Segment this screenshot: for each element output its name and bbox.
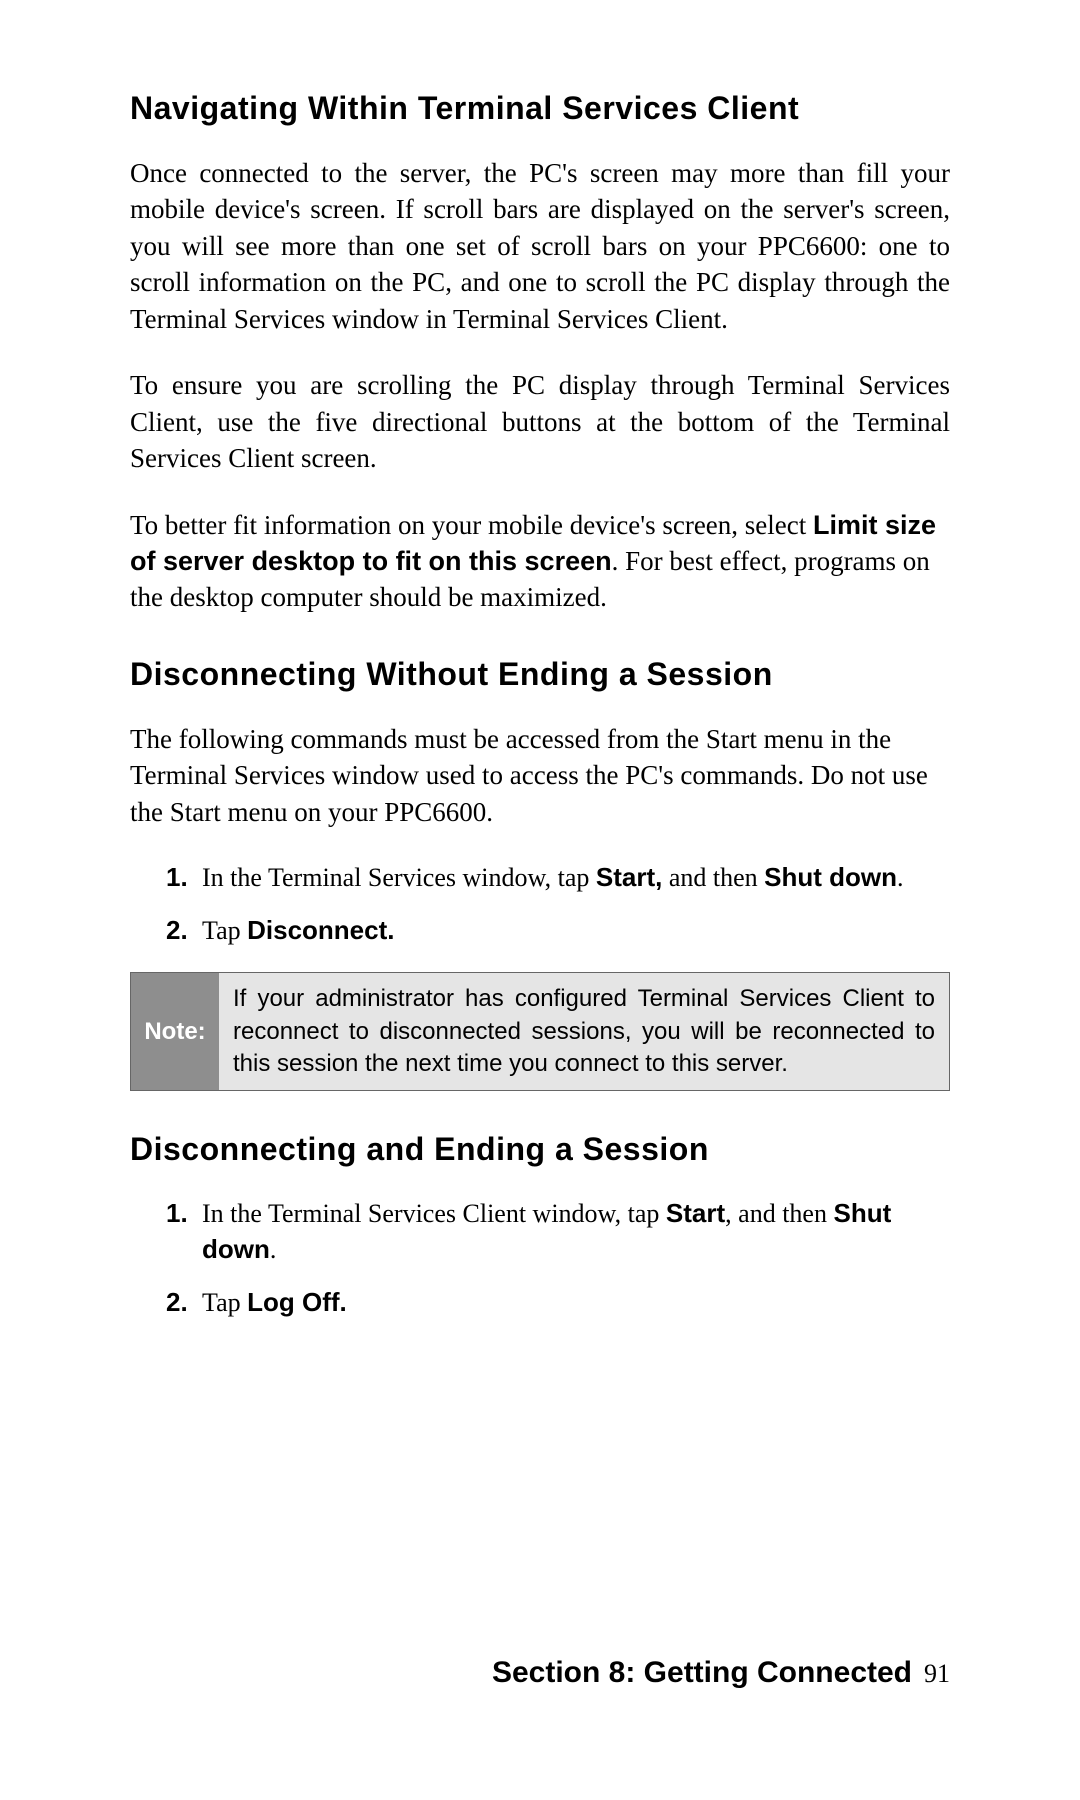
- bold-text: Shut down: [764, 862, 897, 892]
- bold-text: Start,: [596, 862, 662, 892]
- step-item: Tap Log Off.: [166, 1285, 950, 1320]
- step-item: In the Terminal Services Client window, …: [166, 1196, 950, 1266]
- paragraph: To better fit information on your mobile…: [130, 507, 950, 616]
- step-item: In the Terminal Services window, tap Sta…: [166, 860, 950, 895]
- text-run: , and then: [725, 1199, 833, 1228]
- heading-navigating: Navigating Within Terminal Services Clie…: [130, 90, 950, 127]
- steps-list: In the Terminal Services window, tap Sta…: [166, 860, 950, 948]
- text-run: In the Terminal Services Client window, …: [202, 1199, 666, 1228]
- text-run: .: [897, 863, 904, 892]
- note-content: If your administrator has configured Ter…: [219, 973, 949, 1090]
- bold-text: Disconnect.: [247, 915, 394, 945]
- step-item: Tap Disconnect.: [166, 913, 950, 948]
- steps-list: In the Terminal Services Client window, …: [166, 1196, 950, 1319]
- bold-text: Start: [666, 1198, 725, 1228]
- paragraph: Once connected to the server, the PC's s…: [130, 155, 950, 337]
- paragraph: To ensure you are scrolling the PC displ…: [130, 367, 950, 476]
- text-run: To better fit information on your mobile…: [130, 510, 813, 540]
- heading-disconnect-without: Disconnecting Without Ending a Session: [130, 656, 950, 693]
- text-run: Tap: [202, 1288, 247, 1317]
- note-label: Note:: [131, 973, 219, 1090]
- section-disconnect-without-ending: Disconnecting Without Ending a Session T…: [130, 656, 950, 1092]
- document-page: Navigating Within Terminal Services Clie…: [0, 0, 1080, 1320]
- text-run: .: [270, 1235, 277, 1264]
- paragraph: The following commands must be accessed …: [130, 721, 950, 830]
- text-run: and then: [662, 863, 764, 892]
- note-box: Note: If your administrator has configur…: [130, 972, 950, 1091]
- text-run: Tap: [202, 916, 247, 945]
- footer-section-label: Section 8: Getting Connected: [492, 1656, 912, 1690]
- heading-disconnect-ending: Disconnecting and Ending a Session: [130, 1131, 950, 1168]
- section-disconnect-ending: Disconnecting and Ending a Session In th…: [130, 1131, 950, 1319]
- footer-page-number: 91: [924, 1659, 950, 1689]
- section-navigating: Navigating Within Terminal Services Clie…: [130, 90, 950, 616]
- text-run: In the Terminal Services window, tap: [202, 863, 596, 892]
- page-footer: Section 8: Getting Connected 91: [492, 1656, 950, 1690]
- bold-text: Log Off.: [247, 1287, 347, 1317]
